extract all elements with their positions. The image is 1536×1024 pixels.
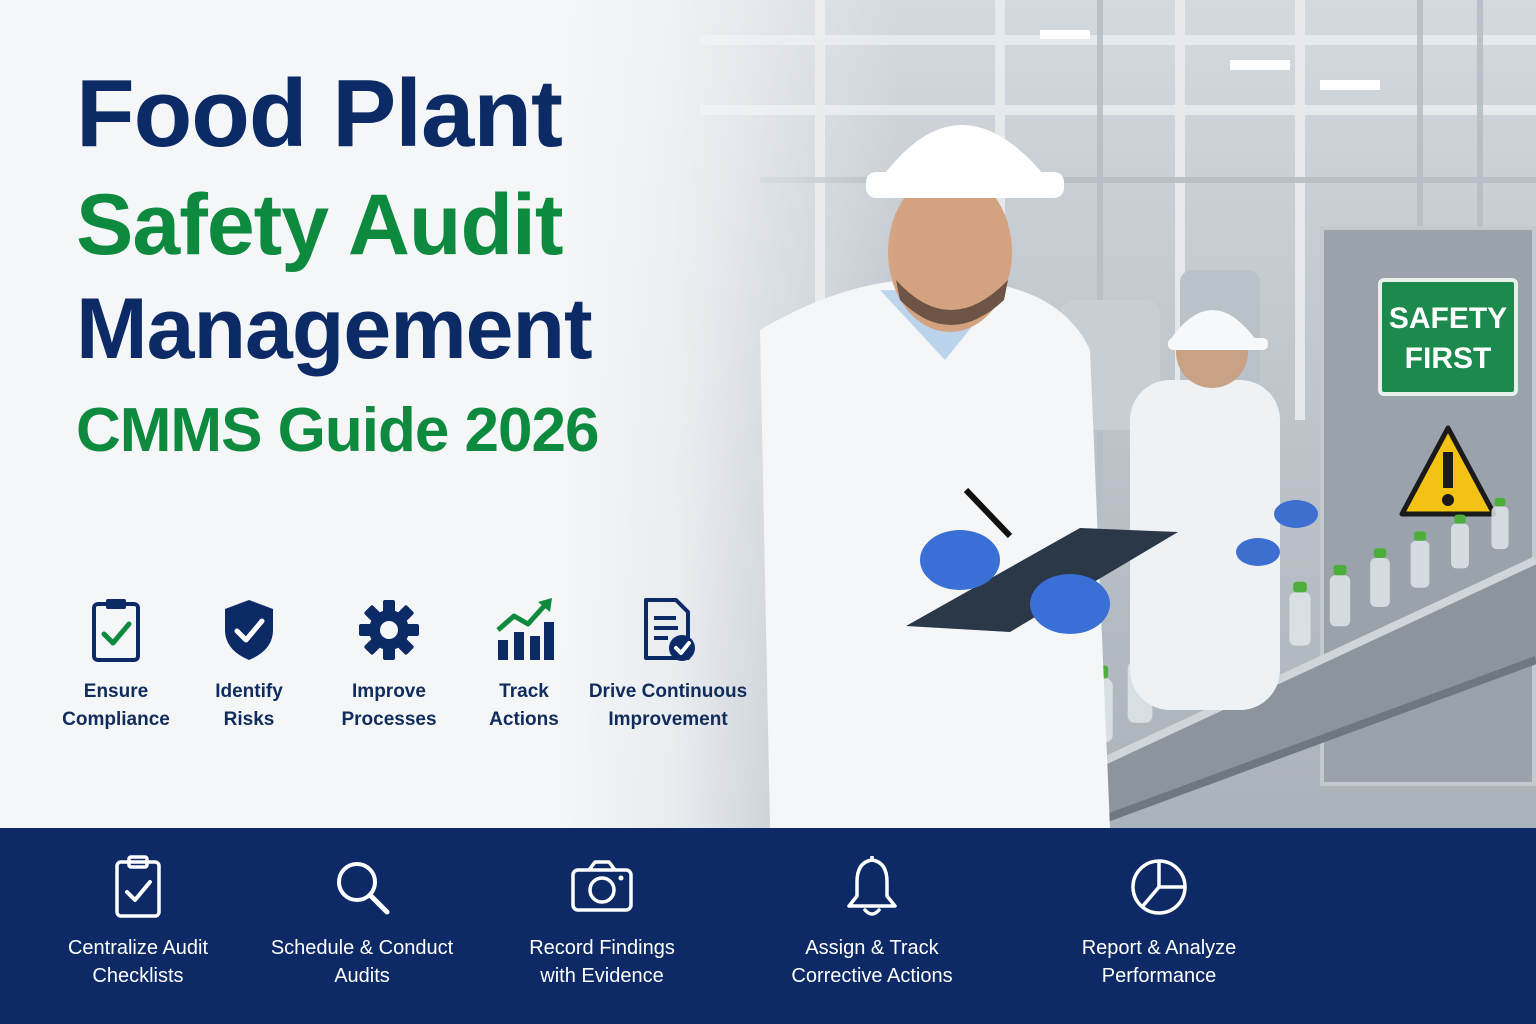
bottle-cap	[1333, 564, 1347, 576]
feature-corrective-actions: Assign & Track Corrective Actions	[772, 854, 972, 990]
benefit-label-line1: Ensure	[83, 681, 149, 702]
bottle-cap	[1413, 531, 1427, 541]
feature-label-line1: Assign & Track	[805, 937, 939, 959]
feature-label-line2: Audits	[334, 965, 390, 987]
benefit-ensure-compliance: Ensure Compliance	[56, 596, 176, 734]
bottle	[1329, 575, 1351, 627]
feature-label-line1: Record Findings	[529, 937, 675, 959]
clipboard-check-icon	[115, 855, 161, 918]
bottle-cap	[1494, 497, 1506, 507]
bottle	[1289, 592, 1311, 646]
feature-label-line1: Report & Analyze	[1081, 937, 1237, 959]
bottle-cap	[1454, 514, 1466, 524]
benefit-label-line1: Track	[499, 681, 549, 702]
shield-check-icon	[225, 600, 273, 660]
feature-record-findings: Record Findings with Evidence	[512, 854, 692, 990]
camera-icon	[571, 860, 633, 912]
clipboard-check-icon	[92, 599, 140, 662]
pie-chart-icon	[1131, 859, 1187, 915]
bottle	[1370, 558, 1390, 607]
headline-line-2: Safety Audit	[76, 177, 564, 273]
benefit-label-line1: Improve	[352, 681, 426, 702]
benefit-label-line2: Processes	[341, 709, 437, 730]
benefit-label-line2: Actions	[489, 709, 559, 730]
feature-label-line2: Checklists	[92, 965, 184, 987]
search-icon	[337, 862, 390, 915]
benefit-label-line1: Drive Continuous	[588, 681, 748, 702]
benefit-label-line2: Risks	[223, 709, 275, 730]
features-band: Centralize Audit Checklists Schedule & C…	[0, 828, 1536, 1024]
benefits-row: Ensure Compliance Identify Risks Improve…	[56, 596, 756, 746]
benefit-label-line2: Improvement	[608, 709, 728, 730]
feature-label-line2: with Evidence	[540, 965, 664, 987]
feature-label-line2: Performance	[1101, 965, 1217, 987]
headline-line-4: CMMS Guide 2026	[76, 396, 599, 465]
sign-text-line1: SAFETY	[1389, 302, 1507, 335]
bottle-cap	[1373, 548, 1387, 558]
bottle-cap	[1293, 581, 1307, 593]
bell-icon	[847, 856, 897, 916]
benefit-label-line1: Identify	[215, 681, 283, 702]
bottle	[1451, 523, 1469, 569]
benefit-label-line2: Compliance	[62, 709, 170, 730]
bottle	[1491, 506, 1509, 550]
feature-centralize-checklists: Centralize Audit Checklists	[58, 854, 218, 990]
benefit-continuous-improvement: Drive Continuous Improvement	[588, 596, 748, 734]
gear-icon	[359, 600, 419, 660]
feature-report-analyze: Report & Analyze Performance	[1064, 854, 1254, 990]
feature-schedule-audits: Schedule & Conduct Audits	[262, 854, 462, 990]
headline: Food Plant Safety Audit Management CMMS …	[76, 66, 736, 462]
bottle	[1410, 540, 1430, 588]
growth-chart-icon	[496, 598, 554, 660]
sign-text-line2: FIRST	[1405, 342, 1492, 375]
headline-line-1: Food Plant	[76, 60, 563, 167]
feature-label-line1: Centralize Audit	[67, 937, 209, 959]
benefit-track-actions: Track Actions	[474, 596, 574, 734]
feature-label-line2: Corrective Actions	[791, 965, 953, 987]
feature-label-line1: Schedule & Conduct	[270, 937, 454, 959]
document-check-icon	[644, 598, 695, 661]
benefit-improve-processes: Improve Processes	[328, 596, 450, 734]
benefit-identify-risks: Identify Risks	[188, 596, 310, 734]
headline-line-3: Management	[76, 281, 593, 377]
